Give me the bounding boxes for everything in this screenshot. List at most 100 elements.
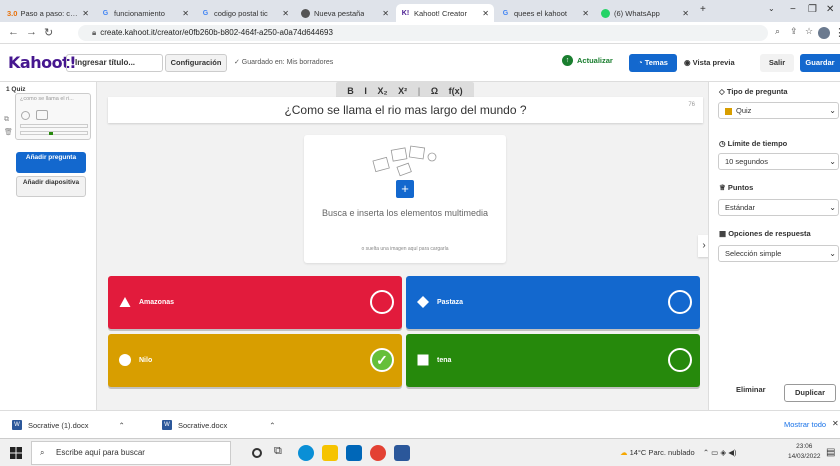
close-icon[interactable]: ✕ (78, 9, 89, 18)
new-tab-icon[interactable]: + (700, 4, 706, 15)
correct-toggle-checked[interactable]: ✓ (370, 348, 394, 372)
file-explorer-icon[interactable] (322, 445, 338, 461)
correct-toggle[interactable] (668, 348, 692, 372)
tab-search-icon[interactable]: ⌄ (768, 4, 775, 13)
minimize-icon[interactable]: − (790, 4, 796, 15)
chrome-icon[interactable] (370, 445, 386, 461)
close-icon[interactable]: ✕ (578, 9, 589, 18)
tab-prefix: 3.0 (7, 8, 18, 18)
subscript-button[interactable]: X₂ (378, 86, 388, 96)
question-card[interactable]: ¿como se llama el ri... (15, 93, 91, 140)
question-input[interactable]: ¿Como se llama el rio mas largo del mund… (108, 97, 703, 123)
answer-option-2[interactable]: Pastaza (406, 276, 700, 329)
reload-icon[interactable]: ↻ (44, 26, 53, 39)
special-char-button[interactable]: Ω (431, 86, 438, 96)
themes-label: Temas (644, 58, 668, 67)
clock-icon: ◷ (719, 139, 726, 148)
themes-button[interactable]: ◔ Temas (629, 54, 677, 72)
chevron-down-icon: ⌄ (829, 203, 836, 212)
task-view-icon[interactable]: ⧉ (274, 445, 290, 461)
answer-option-4[interactable]: tena (406, 334, 700, 387)
window-close-icon[interactable]: ✕ (826, 4, 834, 15)
points-value: Estándar (725, 203, 756, 212)
media-dropzone[interactable]: + Busca e inserta los elementos multimed… (304, 135, 506, 263)
url-input[interactable]: 🔒︎ create.kahoot.it/creator/e0fb260b-b802… (78, 25, 768, 41)
answer-option-3[interactable]: Nilo ✓ (108, 334, 402, 387)
show-all-link[interactable]: Mostrar todo (784, 420, 826, 429)
answer-label: Amazonas (139, 299, 175, 306)
notifications-icon[interactable]: ▤ (826, 447, 835, 458)
whatsapp-icon (601, 8, 610, 18)
close-icon[interactable]: ✕ (678, 9, 689, 18)
trash-icon[interactable]: 🗑︎ (4, 128, 13, 136)
maximize-icon[interactable]: ❐ (808, 4, 817, 15)
star-icon[interactable]: ☆ (805, 26, 813, 37)
settings-button[interactable]: Configuración (165, 54, 227, 72)
download-item[interactable]: W Socrative.docx ⌃ (162, 420, 276, 430)
chevron-up-icon[interactable]: ⌃ (118, 421, 124, 430)
close-icon[interactable]: ✕ (178, 9, 189, 18)
search-placeholder: Escribe aquí para buscar (56, 448, 145, 457)
superscript-button[interactable]: X² (398, 86, 407, 96)
close-icon[interactable]: ✕ (478, 9, 489, 18)
close-icon[interactable]: ✕ (832, 419, 839, 428)
save-button[interactable]: Guardar (800, 54, 840, 72)
taskbar-search-input[interactable]: ⌕ Escribe aquí para buscar (31, 441, 231, 465)
correct-toggle[interactable] (370, 290, 394, 314)
bold-button[interactable]: B (347, 86, 354, 96)
image-thumb-icon (36, 110, 48, 120)
close-icon[interactable]: ✕ (278, 9, 289, 18)
correct-toggle[interactable] (668, 290, 692, 314)
answer-options-select[interactable]: Selección simple ⌄ (718, 245, 839, 262)
exit-button[interactable]: Salir (760, 54, 794, 72)
time-limit-select[interactable]: 10 segundos ⌄ (718, 153, 839, 170)
answer-preview (20, 131, 88, 135)
tray-icons[interactable]: ⌃ ▭ ◈ ◀) (703, 448, 737, 457)
menu-icon[interactable]: ⋮ (834, 26, 840, 39)
avatar[interactable] (818, 27, 830, 39)
windows-start-icon[interactable] (10, 447, 22, 459)
chevron-up-icon[interactable]: ⌃ (269, 421, 275, 430)
browser-tab[interactable]: G quees el kahoot ✕ (496, 4, 594, 22)
upgrade-label: Actualizar (577, 56, 613, 65)
question-type-value: Quiz (736, 106, 752, 115)
clock[interactable]: 23:06 14/03/2022 (788, 442, 821, 462)
italic-button[interactable]: I (364, 86, 367, 96)
zoom-icon[interactable]: ⌕ (775, 26, 780, 37)
equation-button[interactable]: f(x) (449, 86, 463, 96)
title-input[interactable]: Ingresar título... (66, 54, 163, 72)
browser-tab[interactable]: G codigo postal tic ✕ (196, 4, 294, 22)
mail-icon[interactable] (346, 445, 362, 461)
points-select[interactable]: Estándar ⌄ (718, 199, 839, 216)
add-media-button[interactable]: + (396, 180, 414, 198)
download-item[interactable]: W Socrative (1).docx ⌃ (12, 420, 125, 430)
word-icon[interactable] (394, 445, 410, 461)
correct-marker (49, 132, 53, 135)
url-text: create.kahoot.it/creator/e0fb260b-b802-4… (100, 28, 333, 37)
cortana-icon[interactable] (252, 448, 262, 458)
upgrade-button[interactable]: ↑ Actualizar (562, 55, 613, 66)
weather-widget[interactable]: ☁ 14°C Parc. nublado ⌃ ▭ ◈ ◀) (620, 448, 736, 457)
duplicate-icon[interactable]: ⧉ (4, 116, 12, 124)
delete-button[interactable]: Eliminar (736, 385, 766, 394)
browser-tab[interactable]: G funcionamiento ✕ (96, 4, 194, 22)
google-icon: G (502, 9, 509, 17)
browser-tab-active[interactable]: K! Kahoot! Creator ✕ (396, 4, 494, 22)
browser-tab[interactable]: Nueva pestaña ✕ (296, 4, 394, 22)
add-slide-button[interactable]: Añadir diapositiva (16, 176, 86, 197)
share-icon[interactable]: ⇪ (790, 26, 798, 37)
back-icon[interactable]: ← (8, 26, 19, 38)
browser-tab[interactable]: 3.0 Paso a paso: cóm ✕ (2, 4, 94, 22)
tab-title: Paso a paso: cóm (20, 8, 79, 18)
preview-button[interactable]: ◉ Vista previa (684, 58, 735, 67)
duplicate-button[interactable]: Duplicar (784, 384, 836, 402)
question-text: ¿Como se llama el rio mas largo del mund… (284, 103, 527, 117)
answer-option-1[interactable]: Amazonas (108, 276, 402, 329)
browser-tab[interactable]: (6) WhatsApp ✕ (596, 4, 694, 22)
question-type-select[interactable]: Quiz ⌄ (718, 102, 839, 119)
tab-title: quees el kahoot (514, 8, 567, 18)
close-icon[interactable]: ✕ (378, 9, 389, 18)
add-question-button[interactable]: Añadir pregunta (16, 152, 86, 173)
edge-icon[interactable] (298, 445, 314, 461)
forward-icon[interactable]: → (26, 26, 37, 38)
